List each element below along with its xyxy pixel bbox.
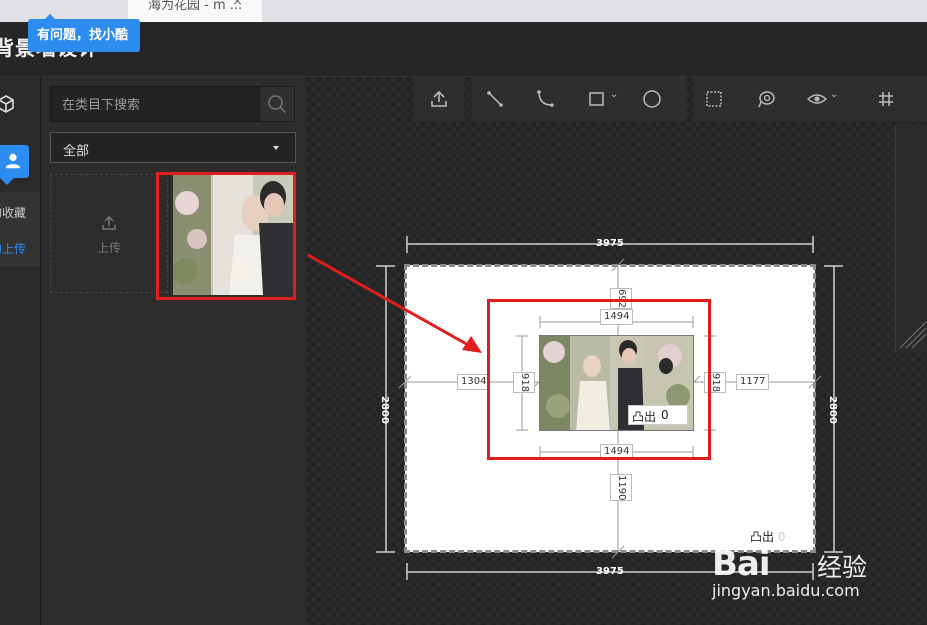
right-side-panel[interactable] xyxy=(895,124,927,352)
menu-item-favorites[interactable]: 的收藏 xyxy=(0,204,26,221)
frame-select-icon xyxy=(706,91,722,107)
bottom-gap-label[interactable]: 1190 xyxy=(610,474,632,502)
wall-emboss-value: 0 xyxy=(777,530,786,544)
drawing-toolbar: ⌄ ⌄ xyxy=(414,77,927,121)
chevron-down-icon: ⌄ xyxy=(830,89,839,100)
assets-submenu: 的收藏 的上传 xyxy=(0,192,40,266)
search-input[interactable] xyxy=(51,87,274,123)
category-dropdown[interactable]: 全部 xyxy=(50,132,296,163)
tab-pointer xyxy=(0,178,14,185)
toolbar-group-upload xyxy=(414,77,464,121)
toolbar-circle-button[interactable] xyxy=(632,77,672,121)
arc-tool-icon xyxy=(537,90,554,107)
upload-icon xyxy=(431,90,447,107)
circle-tool-icon xyxy=(643,90,661,108)
artwork-highlight-box xyxy=(487,299,711,460)
upload-label: 上传 xyxy=(97,241,122,255)
toolbar-visibility-button[interactable]: ⌄ xyxy=(797,77,847,121)
right-gap-label[interactable]: 1177 xyxy=(736,374,770,390)
upload-icon xyxy=(102,215,116,230)
chevron-down-icon: ⌄ xyxy=(610,89,619,100)
left-gap-label[interactable]: 1304 xyxy=(457,374,491,390)
help-tooltip[interactable]: 有问题，找小酷 xyxy=(28,19,140,52)
toolbar-group-view: ⌄ xyxy=(694,77,927,121)
search-button[interactable] xyxy=(259,87,294,121)
close-tab-icon[interactable]: × xyxy=(232,0,243,9)
panel-resize-grip-icon xyxy=(899,321,927,349)
wall-emboss-label: 凸出 xyxy=(750,530,775,544)
upload-tile[interactable]: 上传 xyxy=(50,174,168,293)
watermark: Bai 经验 jingyan.baidu.com xyxy=(712,544,927,625)
my-assets-tab[interactable] xyxy=(0,145,29,178)
menu-item-my-uploads[interactable]: 的上传 xyxy=(0,240,26,257)
browser-tab-strip: 海为花园 - m ... × xyxy=(0,0,927,22)
toolbar-line-button[interactable] xyxy=(475,77,515,121)
lasso-icon xyxy=(758,91,775,108)
toolbar-arc-button[interactable] xyxy=(525,77,565,121)
wall-height-label-left: 2800 xyxy=(379,396,390,424)
library-panel: 全部 上传 xyxy=(41,77,306,625)
line-tool-icon xyxy=(487,91,503,107)
grid-hash-icon xyxy=(879,92,893,106)
browser-tab[interactable]: 海为花园 - m ... × xyxy=(128,0,262,22)
search-box xyxy=(50,86,295,123)
toolbar-frame-select-button[interactable] xyxy=(694,77,734,121)
wall-emboss-field[interactable]: 凸出 0 xyxy=(750,528,785,545)
watermark-logo: Bai xyxy=(712,544,771,584)
wall-width-label-top: 3975 xyxy=(596,238,624,249)
left-icon-rail: 的收藏 的上传 xyxy=(0,77,41,625)
toolbar-upload-button[interactable] xyxy=(419,77,459,121)
wall-height-label-right: 2800 xyxy=(827,396,838,424)
wall-width-label-bottom: 3975 xyxy=(596,566,624,577)
cube-icon[interactable] xyxy=(0,95,15,113)
watermark-url: jingyan.baidu.com xyxy=(712,581,860,600)
watermark-brand: 经验 xyxy=(817,553,868,582)
user-icon xyxy=(5,153,21,169)
rectangle-tool-icon xyxy=(589,92,604,106)
search-icon xyxy=(268,95,287,114)
toolbar-group-draw: ⌄ xyxy=(472,77,686,121)
chevron-down-icon xyxy=(273,146,279,150)
toolbar-rectangle-button[interactable]: ⌄ xyxy=(577,77,627,121)
thumbnail-highlight-box xyxy=(156,172,296,300)
eye-icon xyxy=(807,94,827,104)
category-selected-value: 全部 xyxy=(63,144,90,159)
browser-tab-title: 海为花园 - m ... xyxy=(148,0,243,13)
toolbar-lasso-button[interactable] xyxy=(746,77,786,121)
toolbar-grid-button[interactable] xyxy=(866,77,906,121)
